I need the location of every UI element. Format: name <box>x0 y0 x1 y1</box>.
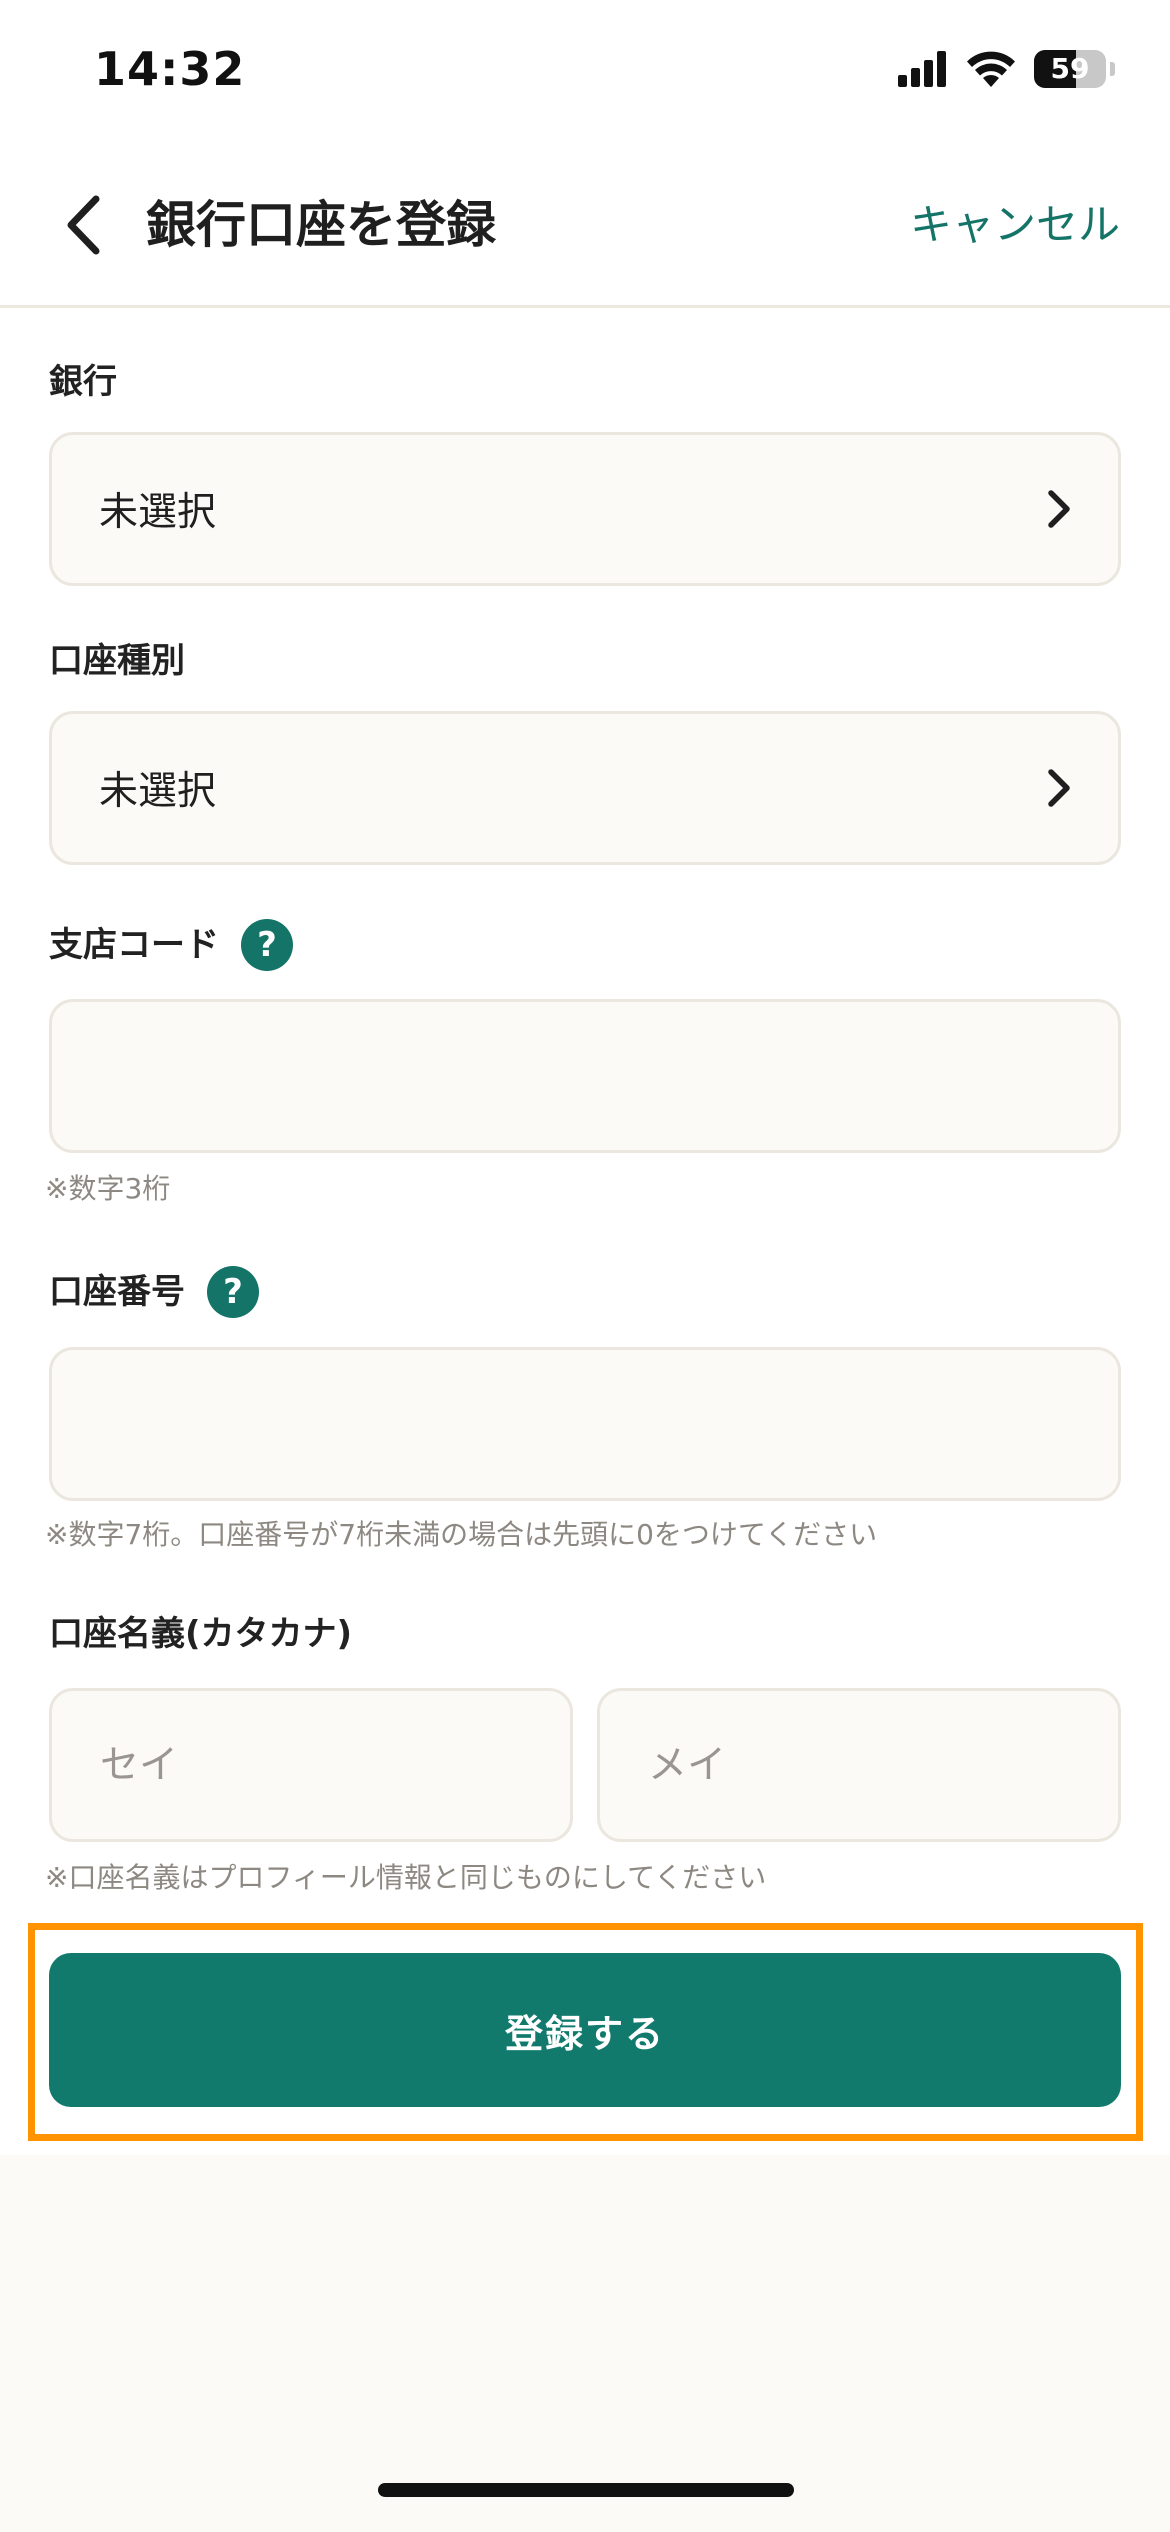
account-number-field[interactable] <box>49 1347 1121 1501</box>
status-time: 14:32 <box>94 42 246 96</box>
account-number-hint: ※数字7桁。口座番号が7桁未満の場合は先頭に0をつけてください <box>45 1518 878 1551</box>
bank-label: 銀行 <box>49 362 117 402</box>
account-number-input[interactable] <box>98 1400 1072 1448</box>
account-type-label: 口座種別 <box>49 641 185 681</box>
nav-divider <box>0 305 1170 308</box>
account-name-sei-input[interactable] <box>98 1741 524 1789</box>
branch-code-hint: ※数字3桁 <box>45 1172 171 1205</box>
battery-level: 59 <box>1050 52 1090 85</box>
branch-code-field[interactable] <box>49 999 1121 1153</box>
help-icon[interactable]: ? <box>241 919 293 971</box>
account-name-hint: ※口座名義はプロフィール情報と同じものにしてください <box>45 1861 767 1894</box>
chevron-right-icon <box>1048 490 1070 528</box>
branch-code-label: 支店コード <box>49 925 219 965</box>
bank-select-value: 未選択 <box>99 490 217 535</box>
account-name-sei-field[interactable] <box>49 1688 573 1842</box>
account-name-label: 口座名義(カタカナ) <box>49 1614 353 1654</box>
submit-button[interactable]: 登録する <box>49 1953 1121 2107</box>
account-number-label-row: 口座番号 ? <box>49 1266 259 1318</box>
home-indicator <box>378 2483 794 2497</box>
account-number-label: 口座番号 <box>49 1272 185 1312</box>
chevron-right-icon <box>1048 769 1070 807</box>
branch-code-label-row: 支店コード ? <box>49 919 293 971</box>
chevron-left-icon <box>67 195 100 255</box>
bank-select[interactable]: 未選択 <box>49 432 1121 586</box>
cancel-button[interactable]: キャンセル <box>910 193 1120 257</box>
help-icon[interactable]: ? <box>207 1266 259 1318</box>
cellular-signal-icon <box>898 51 946 87</box>
account-type-select-value: 未選択 <box>99 769 217 814</box>
back-button[interactable] <box>58 190 108 260</box>
status-icons: 59 <box>898 50 1115 88</box>
account-name-mei-input[interactable] <box>646 1741 1072 1789</box>
battery-icon: 59 <box>1034 50 1106 88</box>
page-title: 銀行口座を登録 <box>146 196 496 254</box>
battery-tip <box>1110 62 1115 76</box>
wifi-icon <box>967 51 1015 87</box>
account-type-select[interactable]: 未選択 <box>49 711 1121 865</box>
account-name-mei-field[interactable] <box>597 1688 1121 1842</box>
branch-code-input[interactable] <box>98 1052 1072 1100</box>
